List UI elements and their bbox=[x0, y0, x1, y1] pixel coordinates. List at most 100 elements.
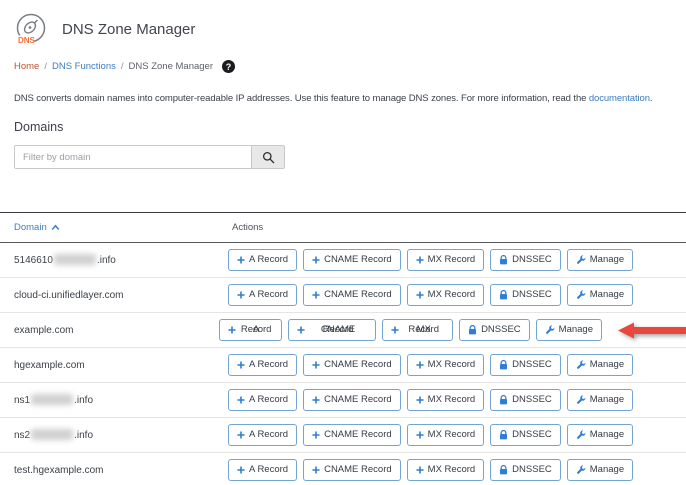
manage-button[interactable]: Manage bbox=[535, 319, 602, 341]
redacted-text-blur bbox=[53, 254, 96, 265]
row-actions-cell: A Record CNAME Record MX Record DNSSEC Manag… bbox=[218, 319, 686, 341]
lock-icon bbox=[499, 395, 508, 405]
domain-filter-input[interactable] bbox=[14, 145, 252, 169]
dnssec-button[interactable]: DNSSEC bbox=[490, 354, 561, 376]
dnssec-button[interactable]: DNSSEC bbox=[490, 424, 561, 446]
redacted-text-blur bbox=[31, 429, 74, 440]
mx-record-button[interactable]: MX Record bbox=[382, 319, 454, 341]
cname-record-button[interactable]: CNAME Record bbox=[287, 319, 377, 341]
breadcrumb-dns-functions-link[interactable]: DNS Functions bbox=[52, 61, 116, 72]
domain-name-cell: hgexample.com bbox=[14, 360, 228, 371]
cname-record-button[interactable]: CNAME Record bbox=[303, 249, 401, 271]
mx-record-button[interactable]: MX Record bbox=[406, 459, 485, 481]
cname-record-button[interactable]: CNAME Record bbox=[303, 284, 401, 306]
domain-name-cell: example.com bbox=[14, 325, 219, 336]
domain-text: test.hgexample.com bbox=[14, 464, 104, 476]
table-row: example.com A Record CNAME Record MX Record… bbox=[0, 313, 686, 348]
row-actions-cell: A Record CNAME Record MX Record DNSSEC Manag… bbox=[228, 459, 639, 481]
a-record-button[interactable]: A Record bbox=[228, 424, 298, 446]
a-record-button[interactable]: A Record bbox=[228, 459, 298, 481]
a-record-button[interactable]: A Record bbox=[228, 389, 298, 411]
documentation-link[interactable]: documentation bbox=[589, 93, 650, 104]
mx-record-button[interactable]: MX Record bbox=[406, 249, 485, 271]
search-button[interactable] bbox=[252, 145, 285, 169]
manage-button[interactable]: Manage bbox=[566, 389, 634, 411]
breadcrumb: Home / DNS Functions / DNS Zone Manager … bbox=[14, 60, 686, 73]
manage-button[interactable]: Manage bbox=[566, 354, 634, 376]
mx-record-button[interactable]: MX Record bbox=[406, 284, 485, 306]
plus-icon bbox=[312, 361, 320, 369]
plus-icon bbox=[237, 466, 245, 474]
dnssec-button[interactable]: DNSSEC bbox=[459, 319, 530, 341]
lock-icon bbox=[499, 290, 508, 300]
plus-icon bbox=[312, 466, 320, 474]
svg-text:DNS: DNS bbox=[18, 36, 36, 45]
table-row: cloud-ci.unifiedlayer.com A Record CNAME R… bbox=[0, 278, 686, 313]
plus-icon bbox=[391, 326, 399, 334]
domain-name-cell: cloud-ci.unifiedlayer.com bbox=[14, 290, 228, 301]
domain-text: cloud-ci.unifiedlayer.com bbox=[14, 289, 124, 301]
lock-icon bbox=[499, 360, 508, 370]
dnssec-button[interactable]: DNSSEC bbox=[490, 249, 561, 271]
plus-icon bbox=[312, 256, 320, 264]
cname-record-button[interactable]: CNAME Record bbox=[303, 354, 401, 376]
domain-text: example.com bbox=[14, 324, 74, 336]
a-record-button[interactable]: A Record bbox=[228, 354, 298, 376]
a-record-button[interactable]: A Record bbox=[218, 319, 282, 341]
domain-text-suffix: .info bbox=[96, 255, 116, 266]
a-record-button[interactable]: A Record bbox=[228, 249, 298, 271]
plus-icon bbox=[416, 396, 424, 404]
breadcrumb-separator: / bbox=[44, 61, 47, 72]
wrench-icon bbox=[576, 255, 586, 265]
manage-button[interactable]: Manage bbox=[566, 459, 634, 481]
dnssec-button[interactable]: DNSSEC bbox=[490, 284, 561, 306]
mx-record-button[interactable]: MX Record bbox=[406, 424, 485, 446]
mx-record-button[interactable]: MX Record bbox=[406, 389, 485, 411]
manage-button[interactable]: Manage bbox=[566, 249, 634, 271]
row-actions-cell: A Record CNAME Record MX Record DNSSEC Manag… bbox=[228, 249, 639, 271]
red-arrow-annotation bbox=[618, 322, 686, 339]
page-description: DNS converts domain names into computer-… bbox=[14, 93, 672, 104]
cname-record-button[interactable]: CNAME Record bbox=[303, 424, 401, 446]
table-row: test.hgexample.com A Record CNAME Record MX… bbox=[0, 453, 686, 485]
dns-satellite-icon: DNS bbox=[10, 8, 52, 50]
description-text: DNS converts domain names into computer-… bbox=[14, 93, 589, 104]
wrench-icon bbox=[576, 360, 586, 370]
help-icon[interactable]: ? bbox=[222, 60, 235, 73]
a-record-button[interactable]: A Record bbox=[228, 284, 298, 306]
dnssec-button[interactable]: DNSSEC bbox=[490, 389, 561, 411]
lock-icon bbox=[468, 325, 477, 335]
mx-record-button[interactable]: MX Record bbox=[406, 354, 485, 376]
table-row: hgexample.com A Record CNAME Record MX Reco… bbox=[0, 348, 686, 383]
wrench-icon bbox=[545, 325, 555, 335]
breadcrumb-home-link[interactable]: Home bbox=[14, 61, 39, 72]
plus-icon bbox=[237, 431, 245, 439]
plus-icon bbox=[227, 326, 236, 334]
domain-name-cell: 5146610 .info bbox=[14, 254, 228, 266]
domain-column-sort[interactable]: Domain bbox=[14, 222, 232, 233]
table-row: 5146610 .info A Record CNAME Record MX Recor… bbox=[0, 243, 686, 278]
wrench-icon bbox=[576, 290, 586, 300]
table-header-row: Domain Actions bbox=[0, 213, 686, 243]
domain-text-suffix: .info bbox=[74, 395, 94, 406]
dnssec-button[interactable]: DNSSEC bbox=[490, 459, 561, 481]
cname-record-button[interactable]: CNAME Record bbox=[303, 389, 401, 411]
sort-ascending-icon bbox=[51, 224, 60, 231]
manage-button[interactable]: Manage bbox=[566, 284, 634, 306]
plus-icon bbox=[416, 256, 424, 264]
dns-zone-manager-page: DNS DNS Zone Manager Home / DNS Function… bbox=[0, 8, 686, 485]
magnifier-icon bbox=[262, 151, 275, 164]
wrench-icon bbox=[576, 430, 586, 440]
manage-button[interactable]: Manage bbox=[566, 424, 634, 446]
cname-record-button[interactable]: CNAME Record bbox=[303, 459, 401, 481]
wrench-icon bbox=[576, 465, 586, 475]
row-actions-cell: A Record CNAME Record MX Record DNSSEC Manag… bbox=[228, 284, 639, 306]
actions-column-label: Actions bbox=[232, 222, 264, 233]
domain-filter-bar bbox=[14, 145, 686, 169]
plus-icon bbox=[237, 396, 245, 404]
plus-icon bbox=[237, 361, 245, 369]
domain-table: Domain Actions 5146610 .info A Record CNAME… bbox=[0, 212, 686, 485]
breadcrumb-separator: / bbox=[120, 61, 124, 72]
plus-icon bbox=[416, 361, 424, 369]
breadcrumb-current-page: DNS Zone Manager bbox=[128, 61, 213, 72]
